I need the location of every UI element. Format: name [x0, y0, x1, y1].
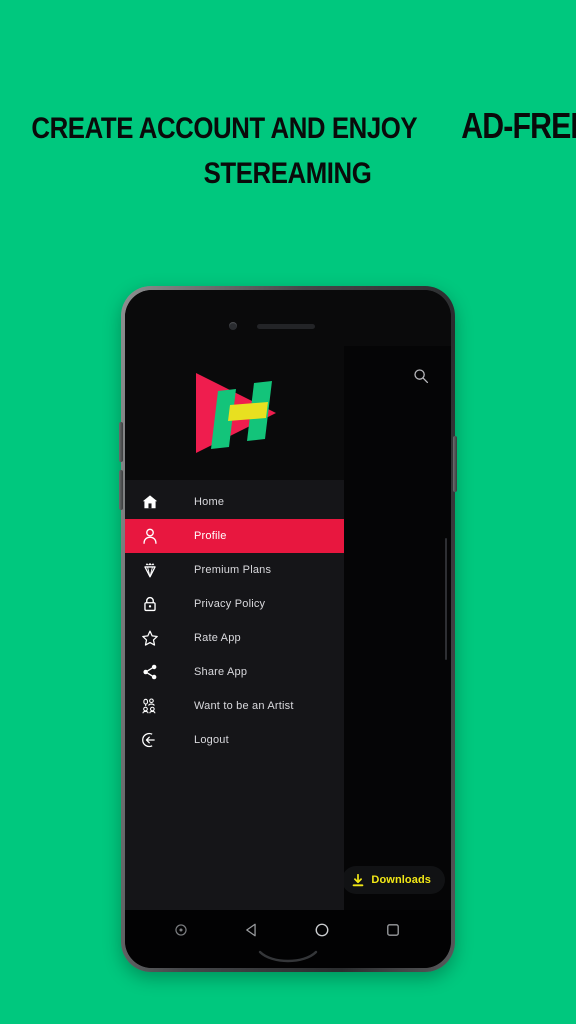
- menu-item-label: Profile: [194, 530, 227, 542]
- content-scrollbar[interactable]: [445, 538, 447, 660]
- promo-headline-line-2: STEREAMING: [0, 154, 576, 199]
- volume-up-button[interactable]: [119, 422, 123, 462]
- promo-headline-line-1: CREATE ACCOUNT AND ENJOY AD-FREE: [0, 106, 576, 154]
- volume-down-button[interactable]: [119, 470, 123, 510]
- person-icon: [139, 525, 161, 547]
- back-triangle-icon[interactable]: [243, 921, 263, 941]
- menu-item-label: Rate App: [194, 632, 241, 644]
- earpiece-speaker-icon: [257, 324, 315, 329]
- menu-item-label: Premium Plans: [194, 564, 272, 576]
- downloads-button[interactable]: Downloads: [342, 866, 445, 894]
- navigation-drawer: Home Profile Premium Plans Privacy Polic…: [125, 346, 344, 910]
- android-navigation-bar: [125, 910, 451, 968]
- menu-item-home[interactable]: Home: [125, 485, 344, 519]
- artist-microphone-icon: [139, 695, 161, 717]
- menu-item-label: Logout: [194, 734, 229, 746]
- menu-item-rate-app[interactable]: Rate App: [125, 621, 344, 655]
- promo-headline-text-secondary: STEREAMING: [204, 157, 372, 190]
- menu-item-want-to-be-an-artist[interactable]: Want to be an Artist: [125, 689, 344, 723]
- home-icon: [139, 491, 161, 513]
- menu-item-logout[interactable]: Logout: [125, 723, 344, 757]
- menu-item-privacy-policy[interactable]: Privacy Policy: [125, 587, 344, 621]
- diamond-crown-icon: [139, 559, 161, 581]
- phone-top-bezel: [125, 290, 451, 346]
- menu-item-label: Privacy Policy: [194, 598, 266, 610]
- downloads-label: Downloads: [371, 874, 431, 886]
- app-screen: Downloads Home Profile Premium Plans Pri…: [125, 346, 451, 910]
- menu-item-label: Home: [194, 496, 225, 508]
- logout-icon: [139, 729, 161, 751]
- home-circle-icon[interactable]: [313, 921, 333, 941]
- promo-headline-text-primary: CREATE ACCOUNT AND ENJOY: [31, 112, 418, 145]
- app-logo: [176, 365, 294, 461]
- camera-dot-icon: [229, 322, 237, 330]
- phone-chin-curve: [258, 950, 318, 964]
- power-button[interactable]: [453, 436, 457, 492]
- drawer-menu-list: Home Profile Premium Plans Privacy Polic…: [125, 480, 344, 757]
- menu-item-label: Share App: [194, 666, 248, 678]
- menu-item-profile[interactable]: Profile: [125, 519, 344, 553]
- recents-square-icon[interactable]: [384, 921, 404, 941]
- phone-body: Downloads Home Profile Premium Plans Pri…: [119, 286, 457, 972]
- lock-icon: [139, 593, 161, 615]
- share-icon: [139, 661, 161, 683]
- star-icon: [139, 627, 161, 649]
- search-icon[interactable]: [413, 368, 429, 384]
- menu-item-share-app[interactable]: Share App: [125, 655, 344, 689]
- assistant-dot-icon[interactable]: [172, 921, 192, 941]
- menu-item-label: Want to be an Artist: [194, 700, 294, 712]
- download-icon: [352, 873, 364, 887]
- menu-item-premium-plans[interactable]: Premium Plans: [125, 553, 344, 587]
- phone-mockup: Downloads Home Profile Premium Plans Pri…: [119, 286, 457, 972]
- promo-headline: CREATE ACCOUNT AND ENJOY AD-FREE STEREAM…: [0, 106, 576, 199]
- phone-screen-area: Downloads Home Profile Premium Plans Pri…: [125, 290, 451, 968]
- android-nav-buttons: [125, 918, 451, 944]
- promo-headline-text-emphasis: AD-FREE: [460, 105, 576, 146]
- drawer-header: [125, 346, 344, 480]
